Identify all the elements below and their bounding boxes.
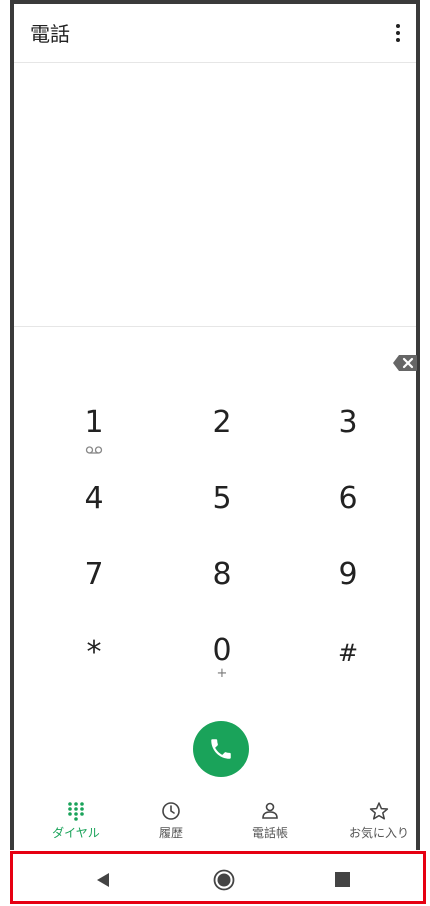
bottom-navigation: ダイヤル 履歴 電話帳 お気に入り	[14, 800, 416, 852]
key-digit: 2	[212, 405, 232, 440]
dialpad-key-3[interactable]: 3	[303, 406, 393, 470]
dialed-number-area	[14, 63, 416, 327]
key-digit: 9	[338, 557, 358, 592]
dialpad-key-8[interactable]: 8	[177, 558, 267, 622]
key-plus-label: +	[216, 666, 228, 681]
dialpad-key-star[interactable]: *	[49, 636, 139, 700]
person-icon	[262, 802, 278, 819]
key-digit: 8	[212, 557, 232, 592]
system-navigation-bar	[10, 851, 426, 904]
dialpad-key-5[interactable]: 5	[177, 482, 267, 546]
dialpad-key-1[interactable]: 1	[49, 406, 139, 470]
dialpad-key-0[interactable]: 0 +	[177, 634, 267, 698]
dialpad-key-9[interactable]: 9	[303, 558, 393, 622]
key-digit: 3	[338, 405, 358, 440]
tab-history[interactable]: 履歴	[121, 800, 221, 841]
star-icon	[369, 802, 389, 820]
more-options-icon[interactable]	[388, 20, 408, 46]
tab-favorites[interactable]: お気に入り	[329, 800, 429, 841]
backspace-icon[interactable]	[392, 353, 418, 373]
back-triangle-icon[interactable]	[96, 872, 110, 888]
call-button[interactable]	[193, 721, 249, 777]
key-digit: #	[337, 639, 359, 667]
key-digit: 5	[212, 481, 232, 516]
recents-square-icon[interactable]	[335, 872, 350, 887]
dialpad-key-6[interactable]: 6	[303, 482, 393, 546]
tab-history-label: 履歴	[158, 826, 183, 840]
tab-dial-label: ダイヤル	[52, 826, 100, 840]
key-digit: 0	[212, 633, 232, 668]
phone-app-screen: 電話 1 2 3 4 5 6 7 8 9 * 0 + # ダイヤル 履歴 電話帳…	[0, 0, 430, 906]
phone-icon	[211, 739, 231, 759]
key-digit: 7	[84, 557, 104, 592]
key-digit: 6	[338, 481, 358, 516]
tab-favorites-label: お気に入り	[348, 826, 409, 840]
key-digit: *	[86, 635, 102, 670]
frame-border	[416, 0, 420, 850]
tab-contacts[interactable]: 電話帳	[220, 800, 320, 841]
app-bar: 電話	[14, 4, 416, 63]
voicemail-icon	[85, 446, 103, 454]
app-title: 電話	[30, 22, 70, 46]
clock-icon	[162, 802, 180, 820]
home-circle-icon[interactable]	[213, 869, 235, 891]
tab-contacts-label: 電話帳	[251, 826, 288, 840]
dialpad-key-hash[interactable]: #	[303, 636, 393, 700]
tab-dial[interactable]: ダイヤル	[26, 800, 126, 841]
dialpad-key-7[interactable]: 7	[49, 558, 139, 622]
dialpad-icon	[68, 802, 84, 821]
key-digit: 4	[84, 481, 104, 516]
dialpad-key-4[interactable]: 4	[49, 482, 139, 546]
dialpad-key-2[interactable]: 2	[177, 406, 267, 470]
key-digit: 1	[84, 405, 104, 440]
